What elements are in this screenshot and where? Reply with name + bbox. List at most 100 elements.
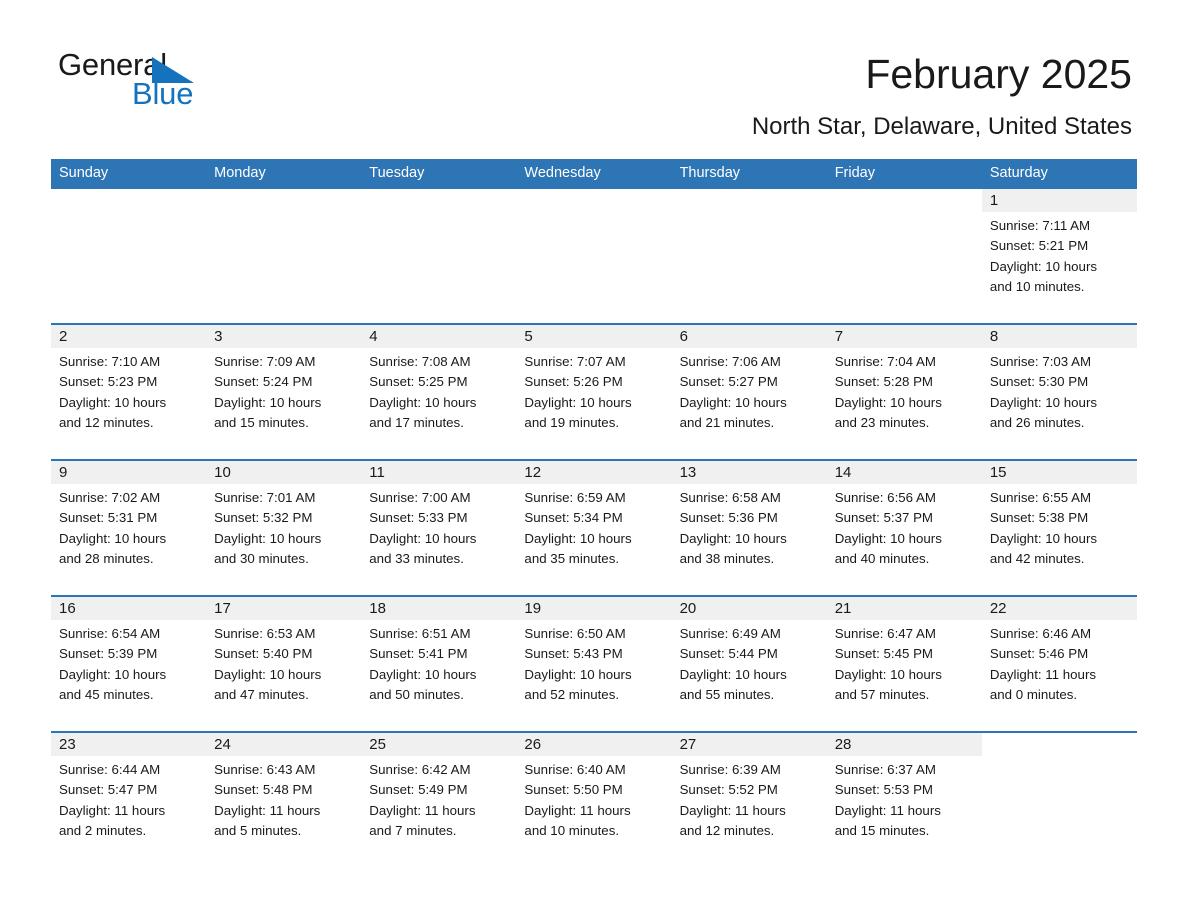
day-info	[206, 212, 361, 216]
sunrise-line: Sunrise: 6:37 AM	[834, 762, 936, 777]
day-cell[interactable]: 26 Sunrise: 6:40 AM Sunset: 5:50 PM Dayl…	[516, 731, 672, 867]
day-cell[interactable]: 28 Sunrise: 6:37 AM Sunset: 5:53 PM Dayl…	[826, 731, 982, 867]
sunrise-line: Sunrise: 6:58 AM	[679, 490, 781, 505]
day-cell[interactable]: 15 Sunrise: 6:55 AM Sunset: 5:38 PM Dayl…	[981, 459, 1137, 596]
day-number	[51, 189, 206, 212]
sunrise-line: Sunrise: 6:49 AM	[679, 626, 781, 641]
general-blue-logo: General Blue	[58, 48, 258, 118]
day-cell[interactable]	[51, 189, 207, 324]
sunset-line: Sunset: 5:53 PM	[834, 782, 934, 798]
sunrise-line: Sunrise: 6:51 AM	[369, 626, 471, 641]
day-cell[interactable]	[361, 189, 517, 324]
day-cell[interactable]: 21 Sunrise: 6:47 AM Sunset: 5:45 PM Dayl…	[826, 595, 982, 732]
page-title: February 2025	[865, 51, 1132, 97]
sunrise-line: Sunrise: 6:50 AM	[524, 626, 626, 641]
day-cell[interactable]	[671, 189, 827, 324]
daylight-line-2: and 21 minutes.	[679, 414, 775, 430]
day-number: 9	[51, 461, 207, 484]
day-cell[interactable]: 5 Sunrise: 7:07 AM Sunset: 5:26 PM Dayli…	[516, 323, 672, 460]
page-header: General Blue February 2025 North Star, D…	[0, 0, 1188, 141]
day-cell[interactable]: 18 Sunrise: 6:51 AM Sunset: 5:41 PM Dayl…	[361, 595, 517, 732]
day-cell[interactable]: 22 Sunrise: 6:46 AM Sunset: 5:46 PM Dayl…	[981, 595, 1137, 732]
daylight-line-1: Daylight: 10 hours	[59, 530, 167, 546]
daylight-line-1: Daylight: 11 hours	[834, 802, 941, 818]
day-cell[interactable]: 19 Sunrise: 6:50 AM Sunset: 5:43 PM Dayl…	[516, 595, 672, 732]
daylight-line-1: Daylight: 10 hours	[369, 530, 477, 546]
day-cell[interactable]: 12 Sunrise: 6:59 AM Sunset: 5:34 PM Dayl…	[516, 459, 672, 596]
calendar-body: 1 Sunrise: 7:11 AM Sunset: 5:21 PM Dayli…	[51, 189, 1137, 867]
calendar-week-row: 23 Sunrise: 6:44 AM Sunset: 5:47 PM Dayl…	[51, 731, 1137, 867]
daylight-line-2: and 2 minutes.	[59, 822, 147, 838]
daylight-line-1: Daylight: 10 hours	[989, 530, 1098, 546]
sunrise-line: Sunrise: 7:02 AM	[59, 490, 161, 505]
daylight-line-2: and 10 minutes.	[989, 278, 1085, 294]
weekday-header-thursday: Thursday	[671, 159, 827, 189]
daylight-line-1: Daylight: 10 hours	[834, 394, 942, 410]
day-number: 8	[981, 325, 1137, 348]
day-info	[361, 212, 516, 216]
sunrise-line: Sunrise: 6:44 AM	[59, 762, 161, 777]
day-info: Sunrise: 6:54 AM Sunset: 5:39 PM Dayligh…	[51, 620, 206, 705]
day-cell[interactable]: 7 Sunrise: 7:04 AM Sunset: 5:28 PM Dayli…	[826, 323, 982, 460]
daylight-line-1: Daylight: 11 hours	[679, 802, 786, 818]
day-cell[interactable]: 25 Sunrise: 6:42 AM Sunset: 5:49 PM Dayl…	[361, 731, 517, 867]
daylight-line-2: and 55 minutes.	[679, 686, 775, 702]
day-cell[interactable]: 14 Sunrise: 6:56 AM Sunset: 5:37 PM Dayl…	[826, 459, 982, 596]
sunset-line: Sunset: 5:39 PM	[59, 646, 158, 662]
daylight-line-1: Daylight: 10 hours	[679, 666, 787, 682]
day-cell[interactable]	[981, 731, 1137, 867]
calendar-week-row: 2 Sunrise: 7:10 AM Sunset: 5:23 PM Dayli…	[51, 323, 1137, 460]
calendar-week-row: 16 Sunrise: 6:54 AM Sunset: 5:39 PM Dayl…	[51, 595, 1137, 732]
sunrise-line: Sunrise: 7:10 AM	[59, 354, 161, 369]
daylight-line-2: and 12 minutes.	[59, 414, 154, 430]
daylight-line-2: and 15 minutes.	[214, 414, 309, 430]
day-cell[interactable]: 17 Sunrise: 6:53 AM Sunset: 5:40 PM Dayl…	[206, 595, 362, 732]
day-cell[interactable]: 6 Sunrise: 7:06 AM Sunset: 5:27 PM Dayli…	[671, 323, 827, 460]
day-cell[interactable]: 24 Sunrise: 6:43 AM Sunset: 5:48 PM Dayl…	[206, 731, 362, 867]
day-cell[interactable]: 23 Sunrise: 6:44 AM Sunset: 5:47 PM Dayl…	[51, 731, 207, 867]
day-info: Sunrise: 6:46 AM Sunset: 5:46 PM Dayligh…	[982, 620, 1137, 705]
day-cell[interactable]: 2 Sunrise: 7:10 AM Sunset: 5:23 PM Dayli…	[51, 323, 207, 460]
daylight-line-2: and 57 minutes.	[834, 686, 930, 702]
sunset-line: Sunset: 5:32 PM	[214, 510, 313, 526]
daylight-line-1: Daylight: 10 hours	[214, 666, 322, 682]
daylight-line-2: and 7 minutes.	[369, 822, 457, 838]
day-cell[interactable]: 11 Sunrise: 7:00 AM Sunset: 5:33 PM Dayl…	[361, 459, 517, 596]
sunset-line: Sunset: 5:24 PM	[214, 374, 313, 390]
weekday-header-monday: Monday	[206, 159, 362, 189]
day-cell[interactable]	[826, 189, 982, 324]
day-number: 10	[206, 461, 362, 484]
sunset-line: Sunset: 5:44 PM	[679, 646, 778, 662]
daylight-line-1: Daylight: 10 hours	[214, 530, 322, 546]
sunset-line: Sunset: 5:47 PM	[59, 782, 158, 798]
day-cell[interactable]: 8 Sunrise: 7:03 AM Sunset: 5:30 PM Dayli…	[981, 323, 1137, 460]
day-cell[interactable]: 13 Sunrise: 6:58 AM Sunset: 5:36 PM Dayl…	[671, 459, 827, 596]
sunset-line: Sunset: 5:48 PM	[214, 782, 313, 798]
day-number: 27	[671, 733, 827, 756]
day-info: Sunrise: 7:02 AM Sunset: 5:31 PM Dayligh…	[51, 484, 206, 569]
day-cell[interactable]: 16 Sunrise: 6:54 AM Sunset: 5:39 PM Dayl…	[51, 595, 207, 732]
day-cell[interactable]: 20 Sunrise: 6:49 AM Sunset: 5:44 PM Dayl…	[671, 595, 827, 732]
daylight-line-1: Daylight: 10 hours	[679, 394, 787, 410]
day-cell[interactable]	[206, 189, 362, 324]
daylight-line-2: and 33 minutes.	[369, 550, 464, 566]
day-number: 7	[826, 325, 982, 348]
sunset-line: Sunset: 5:46 PM	[989, 646, 1089, 662]
day-number	[206, 189, 361, 212]
day-cell[interactable]: 3 Sunrise: 7:09 AM Sunset: 5:24 PM Dayli…	[206, 323, 362, 460]
sunrise-line: Sunrise: 6:47 AM	[834, 626, 936, 641]
day-cell[interactable]: 9 Sunrise: 7:02 AM Sunset: 5:31 PM Dayli…	[51, 459, 207, 596]
day-number: 5	[516, 325, 672, 348]
daylight-line-2: and 0 minutes.	[989, 686, 1078, 702]
day-cell[interactable]: 27 Sunrise: 6:39 AM Sunset: 5:52 PM Dayl…	[671, 731, 827, 867]
calendar-table: Sunday Monday Tuesday Wednesday Thursday…	[51, 159, 1137, 867]
day-info: Sunrise: 6:50 AM Sunset: 5:43 PM Dayligh…	[516, 620, 671, 705]
day-cell[interactable]	[516, 189, 672, 324]
day-cell[interactable]: 4 Sunrise: 7:08 AM Sunset: 5:25 PM Dayli…	[361, 323, 517, 460]
day-cell[interactable]: 10 Sunrise: 7:01 AM Sunset: 5:32 PM Dayl…	[206, 459, 362, 596]
day-number: 25	[361, 733, 517, 756]
day-info: Sunrise: 7:06 AM Sunset: 5:27 PM Dayligh…	[672, 348, 827, 433]
day-info: Sunrise: 7:01 AM Sunset: 5:32 PM Dayligh…	[206, 484, 361, 569]
day-info	[827, 212, 982, 216]
day-cell[interactable]: 1 Sunrise: 7:11 AM Sunset: 5:21 PM Dayli…	[981, 189, 1137, 324]
